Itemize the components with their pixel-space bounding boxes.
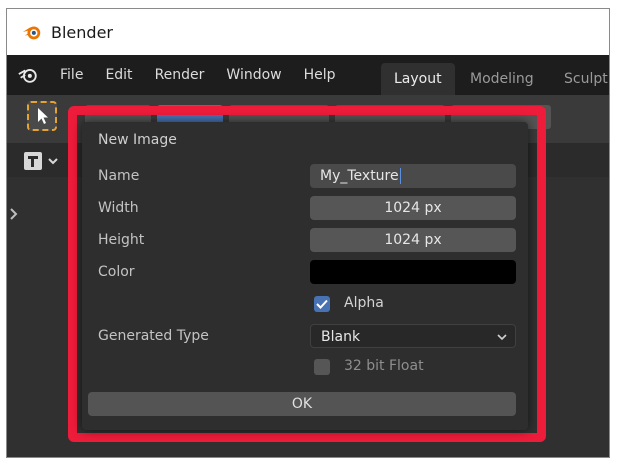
menu-help[interactable]: Help: [293, 67, 347, 83]
alpha-checkbox[interactable]: [314, 296, 330, 312]
height-field[interactable]: 1024 px: [310, 228, 516, 252]
width-label: Width: [98, 200, 139, 216]
color-swatch[interactable]: [310, 260, 516, 284]
menu-window[interactable]: Window: [215, 67, 292, 83]
ok-button[interactable]: OK: [88, 392, 516, 416]
float-checkbox[interactable]: [314, 359, 330, 375]
alpha-label: Alpha: [344, 295, 384, 311]
generated-type-label: Generated Type: [98, 328, 209, 344]
menu-render[interactable]: Render: [144, 67, 216, 83]
height-label: Height: [98, 232, 145, 248]
select-tool-button[interactable]: [27, 101, 57, 131]
menu-file[interactable]: File: [49, 67, 94, 83]
new-image-dialog: New Image Name My_Texture Width 1024 px …: [82, 122, 528, 430]
name-label: Name: [98, 168, 140, 184]
color-label: Color: [98, 264, 135, 280]
tab-modeling[interactable]: Modeling: [457, 63, 547, 95]
name-value: My_Texture: [320, 168, 399, 184]
window-title: Blender: [51, 22, 113, 42]
checkmark-icon: [316, 299, 328, 309]
generated-type-value: Blank: [321, 329, 361, 345]
top-menubar: File Edit Render Window Help Layout Mode…: [7, 55, 609, 95]
name-field[interactable]: My_Texture: [310, 164, 516, 188]
generated-type-dropdown[interactable]: Blank: [310, 324, 516, 348]
width-field[interactable]: 1024 px: [310, 196, 516, 220]
cursor-arrow-icon: [38, 108, 48, 124]
chevron-down-icon: [497, 334, 507, 341]
blender-menu-icon[interactable]: [17, 64, 39, 86]
dialog-title: New Image: [98, 132, 177, 148]
text-caret: [399, 168, 401, 184]
menu-edit[interactable]: Edit: [94, 67, 143, 83]
blender-logo-icon: [22, 26, 41, 40]
window-titlebar: Blender: [7, 9, 609, 55]
sidebar-toggle-icon[interactable]: [9, 207, 19, 221]
tab-layout[interactable]: Layout: [381, 63, 455, 95]
tab-sculpt[interactable]: Sculpt: [551, 63, 609, 95]
image-editor-type-icon[interactable]: [23, 151, 65, 171]
float-label: 32 bit Float: [344, 358, 424, 374]
